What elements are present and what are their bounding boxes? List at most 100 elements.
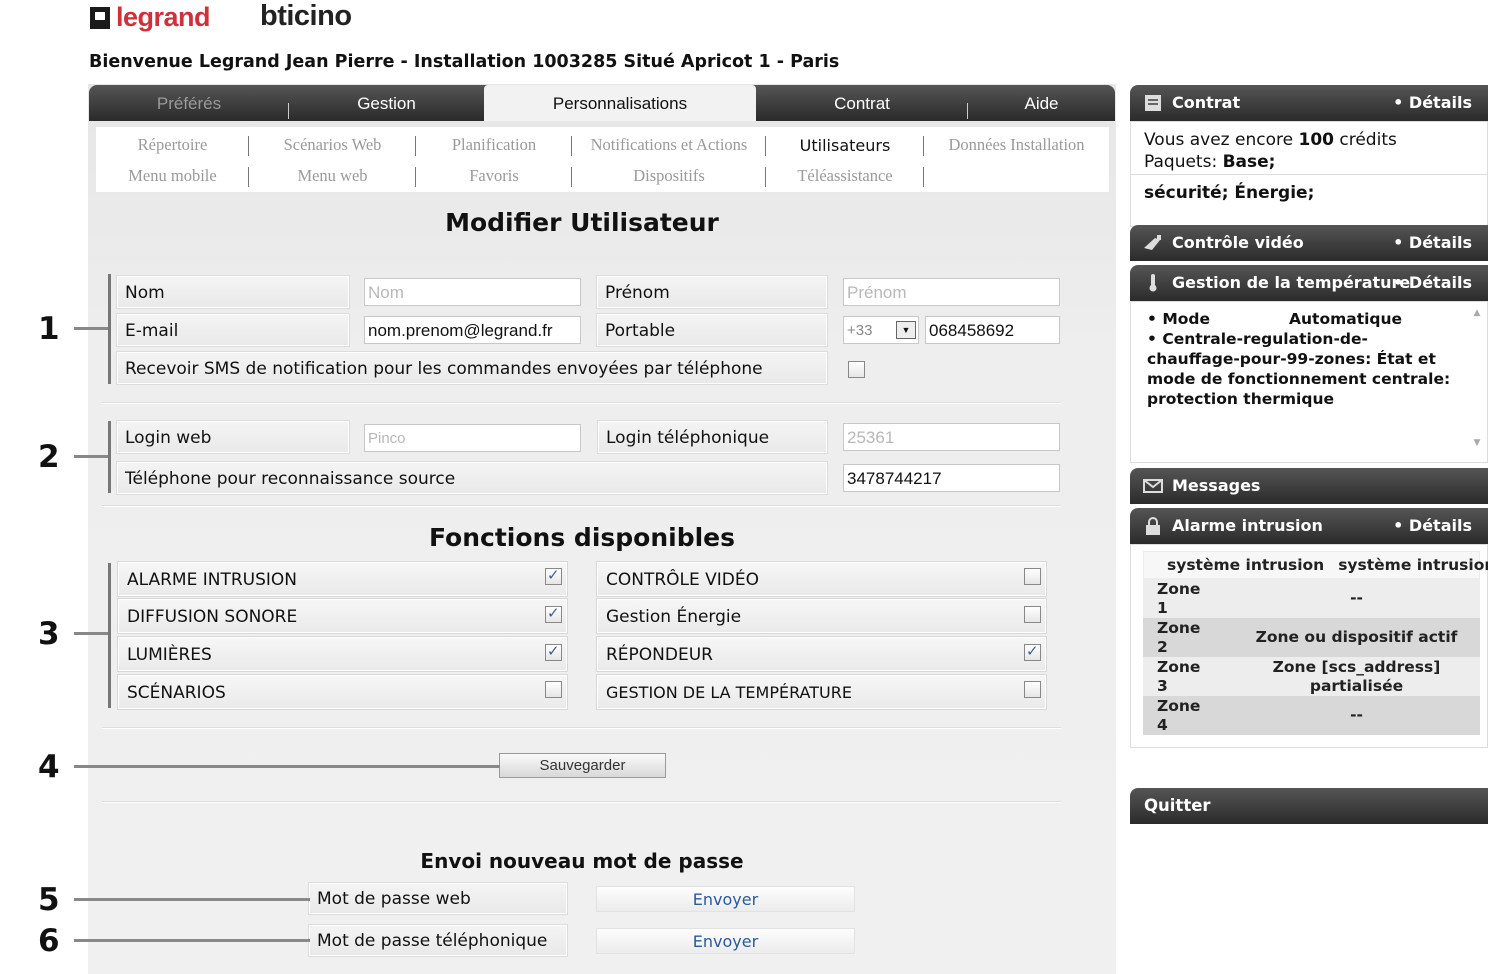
subnav-menu-web[interactable]: Menu web [249, 166, 416, 186]
callout-number: 2 [38, 439, 60, 475]
subnav-favoris[interactable]: Favoris [416, 166, 572, 186]
main-tabs: Préférés Gestion Personnalisations Contr… [89, 85, 1115, 121]
callout-line [74, 898, 310, 901]
callout-number: 5 [38, 882, 60, 918]
alarm-zone-table: système intrusion système intrusion Zone… [1143, 551, 1488, 735]
legrand-logo: legrand [90, 2, 211, 33]
callout-number: 1 [38, 311, 60, 347]
page-title: Modifier Utilisateur [445, 208, 719, 237]
subnav-dispositifs[interactable]: Dispositifs [572, 166, 766, 186]
subnav-repertoire[interactable]: Répertoire [96, 135, 249, 155]
function-alarme-intrusion-checkbox[interactable] [545, 566, 562, 585]
save-button[interactable]: Sauvegarder [499, 753, 666, 778]
temperature-central-status: • Centrale-regulation-de-chauffage-pour-… [1147, 330, 1451, 408]
tel-source-label: Téléphone pour reconnaissance source [117, 462, 827, 494]
contract-panel-header: Contrat Détails [1130, 85, 1488, 121]
contract-details-link[interactable]: Détails [1393, 85, 1472, 121]
video-panel-header: Contrôle vidéo Détails [1130, 225, 1488, 261]
callout-line [74, 939, 310, 942]
credits-text: Vous avez encore 100 crédits [1144, 130, 1397, 150]
web-password-label: Mot de passe web [309, 883, 567, 914]
envelope-icon [1143, 479, 1163, 493]
camera-icon [1144, 235, 1161, 250]
subnav-menu-mobile[interactable]: Menu mobile [96, 166, 249, 186]
sub-navigation: Répertoire Scénarios Web Planification N… [96, 127, 1109, 192]
group-bracket [108, 563, 111, 708]
temperature-mode: • Mode Automatique [1147, 310, 1403, 328]
subnav-teleassistance[interactable]: Téléassistance [766, 166, 924, 186]
video-details-link[interactable]: Détails [1393, 225, 1472, 261]
subnav-notifications[interactable]: Notifications et Actions [572, 135, 766, 155]
subnav-scenarios-web[interactable]: Scénarios Web [249, 135, 416, 155]
legrand-mark-icon [90, 6, 110, 29]
temperature-panel-header: Gestion de la température Détails [1130, 265, 1488, 301]
alarm-details-link[interactable]: Détails [1393, 508, 1472, 544]
tel-source-input[interactable]: 3478744217 [843, 464, 1060, 492]
function-repondeur: RÉPONDEUR [597, 637, 1046, 671]
temperature-panel-body: • Mode Automatique • Centrale-regulation-… [1130, 301, 1488, 463]
send-tel-password-button[interactable]: Envoyer [596, 928, 855, 954]
function-gestion-energie: Gestion Énergie [597, 599, 1046, 633]
nom-input[interactable]: Nom [364, 278, 581, 306]
callout-line [74, 765, 500, 768]
callout-number: 4 [38, 749, 60, 785]
login-tel-label: Login téléphonique [598, 421, 827, 453]
messages-panel-header[interactable]: Messages [1130, 468, 1488, 504]
country-code-select[interactable]: +33 ▼ [843, 316, 919, 344]
prenom-input[interactable]: Prénom [843, 278, 1060, 306]
divider [102, 402, 1061, 404]
table-row: Zone 3 Zone [scs_address] partialisée [1143, 657, 1480, 696]
alarm-table-header: système intrusion système intrusion [1143, 551, 1488, 579]
divider [102, 505, 1061, 507]
table-row: Zone 4 -- [1143, 696, 1480, 735]
temperature-scrollbar[interactable]: ▲ ▼ [1471, 308, 1483, 448]
scroll-up-icon[interactable]: ▲ [1471, 308, 1483, 318]
tel-password-label: Mot de passe téléphonique [309, 925, 567, 956]
portable-input[interactable]: 068458692 [925, 316, 1060, 344]
sms-notification-label: Recevoir SMS de notification pour les co… [117, 352, 827, 384]
document-icon [1145, 95, 1161, 111]
function-diffusion-sonore-checkbox[interactable] [545, 604, 562, 623]
contract-panel-body: Vous avez encore 100 crédits Paquets: Ba… [1130, 121, 1488, 227]
tab-gestion[interactable]: Gestion [289, 85, 484, 121]
table-row: Zone 1 -- [1143, 579, 1480, 618]
welcome-text: Bienvenue Legrand Jean Pierre - Installa… [89, 52, 840, 72]
callout-line [74, 327, 108, 330]
function-controle-video: CONTRÔLE VIDÉO [597, 562, 1046, 596]
login-web-label: Login web [117, 421, 349, 453]
tab-contrat[interactable]: Contrat [756, 85, 968, 121]
email-label: E-mail [117, 314, 349, 346]
login-tel-input[interactable]: 25361 [843, 423, 1060, 451]
function-repondeur-checkbox[interactable] [1024, 642, 1041, 661]
tab-aide[interactable]: Aide [968, 85, 1115, 121]
function-controle-video-checkbox[interactable] [1024, 568, 1041, 585]
password-title: Envoi nouveau mot de passe [420, 849, 744, 873]
function-gestion-temperature: GESTION DE LA TEMPÉRATURE [597, 675, 1046, 709]
function-scenarios-checkbox[interactable] [545, 681, 562, 698]
dropdown-arrow-icon[interactable]: ▼ [896, 321, 916, 339]
login-web-input[interactable]: Pinco [364, 424, 581, 452]
scroll-down-icon[interactable]: ▼ [1471, 438, 1483, 448]
function-gestion-temperature-checkbox[interactable] [1024, 681, 1041, 698]
email-input[interactable]: nom.prenom@legrand.fr [364, 316, 581, 344]
quit-button[interactable]: Quitter [1130, 788, 1488, 824]
prenom-label: Prénom [597, 276, 827, 308]
divider [102, 727, 1061, 729]
portable-label: Portable [597, 314, 827, 346]
sms-notification-checkbox[interactable] [848, 361, 865, 378]
alarm-panel-header: Alarme intrusion Détails [1130, 508, 1488, 544]
contract-services: sécurité; Énergie; [1144, 183, 1315, 203]
group-bracket [108, 274, 111, 384]
subnav-donnees-installation[interactable]: Données Installation [924, 135, 1109, 155]
tab-preferes[interactable]: Préférés [89, 85, 289, 121]
function-gestion-energie-checkbox[interactable] [1024, 606, 1041, 623]
callout-line [74, 632, 108, 635]
send-web-password-button[interactable]: Envoyer [596, 886, 855, 912]
function-lumieres-checkbox[interactable] [545, 642, 562, 661]
subnav-utilisateurs[interactable]: Utilisateurs [766, 136, 924, 155]
function-lumieres: LUMIÈRES [118, 637, 567, 671]
subnav-planification[interactable]: Planification [416, 135, 572, 155]
callout-number: 6 [38, 923, 60, 959]
tab-personnalisations[interactable]: Personnalisations [484, 85, 756, 121]
temperature-details-link[interactable]: Détails [1393, 265, 1472, 301]
